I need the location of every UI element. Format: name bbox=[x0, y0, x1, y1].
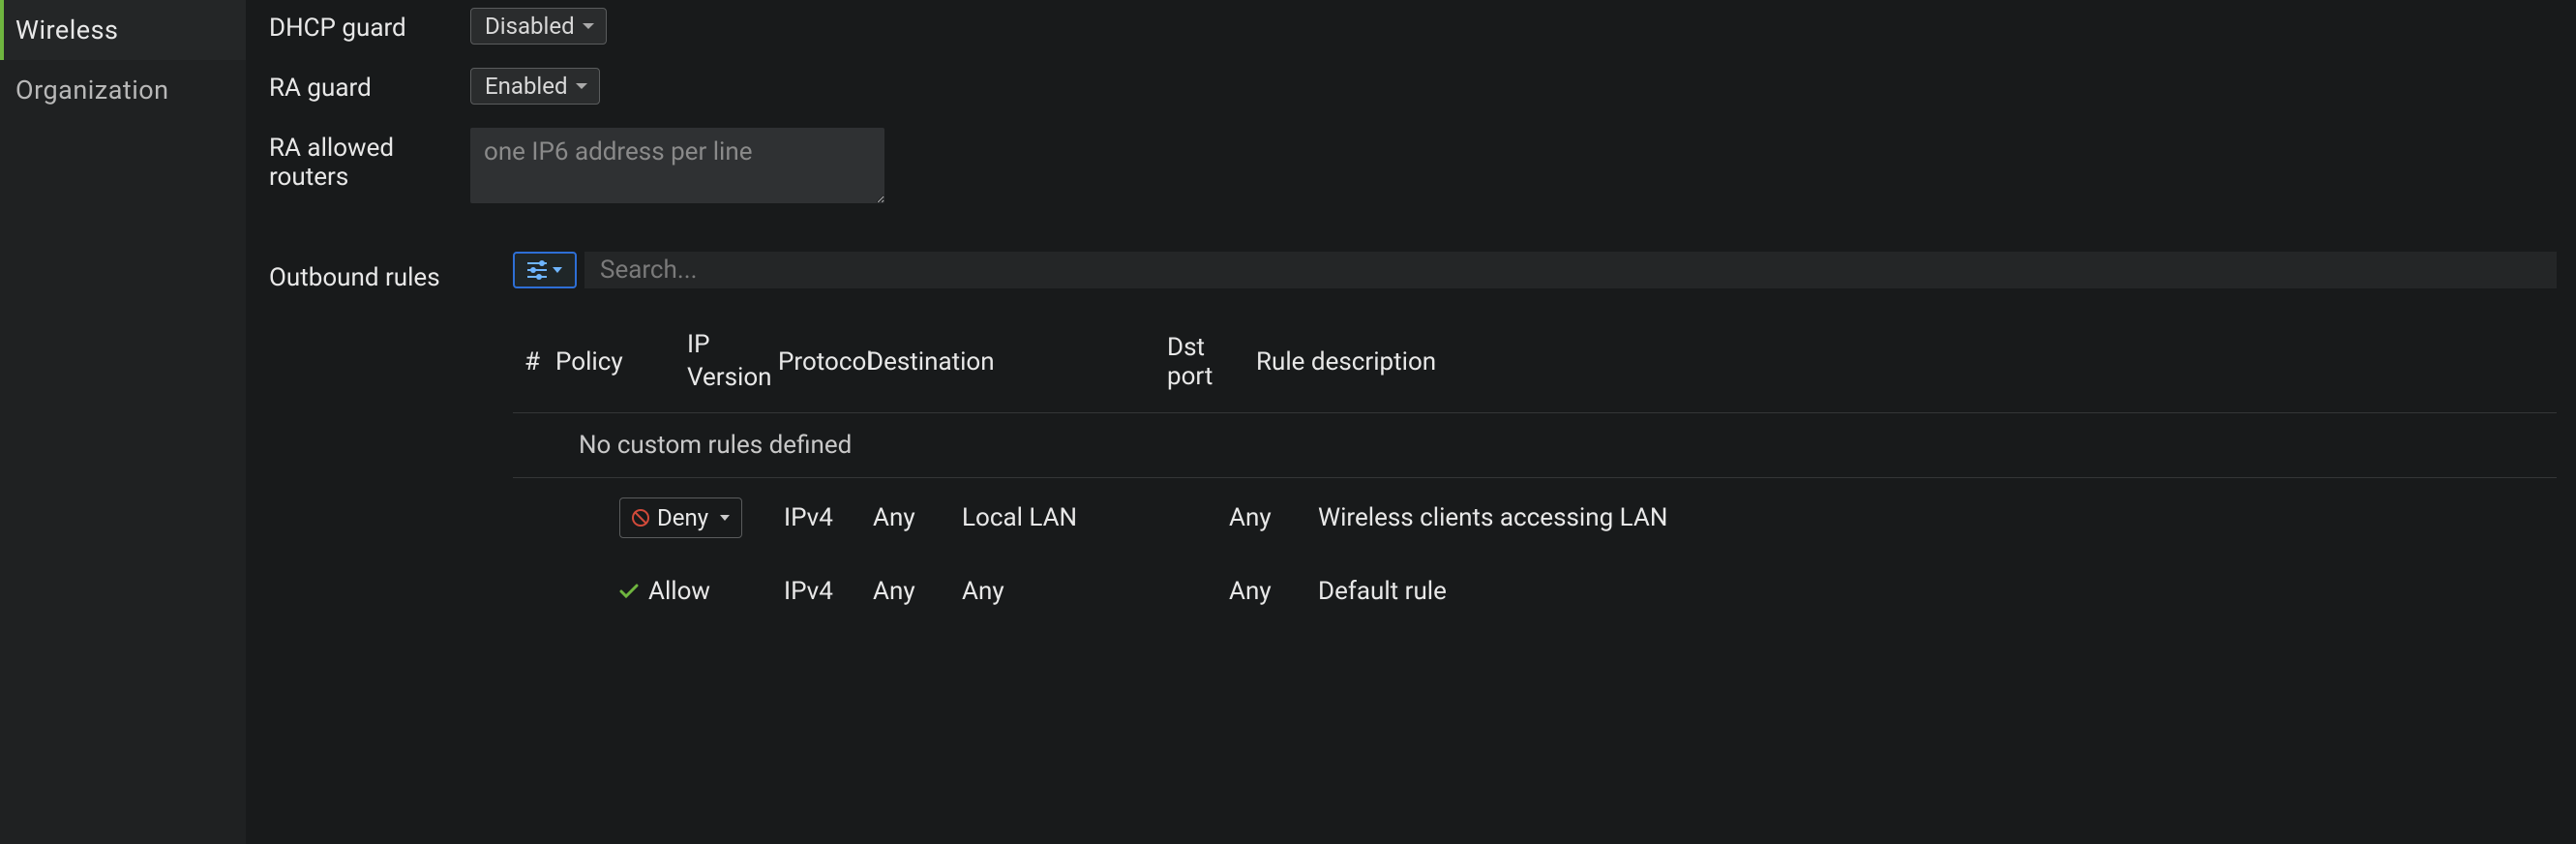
sidebar: Wireless Organization bbox=[0, 0, 246, 844]
rule-policy-cell: Deny bbox=[619, 497, 784, 538]
chevron-down-icon bbox=[574, 78, 589, 94]
filter-button[interactable] bbox=[513, 252, 577, 288]
dhcp-guard-select[interactable]: Disabled bbox=[470, 8, 607, 45]
rule-policy-cell: Allow bbox=[619, 577, 784, 606]
rule-protocol: Any bbox=[873, 577, 962, 606]
rules-search-bar bbox=[513, 252, 2557, 288]
col-policy: Policy bbox=[555, 347, 687, 377]
main-content: DHCP guard Disabled RA guard Enabled RA … bbox=[246, 0, 2576, 844]
rule-description: Wireless clients accessing LAN bbox=[1318, 503, 2545, 532]
col-dst-port: Dst port bbox=[1167, 333, 1256, 391]
col-protocol: Protocol bbox=[778, 347, 867, 377]
table-row: Deny IPv4 Any Local LAN Any Wireless cli… bbox=[513, 478, 2557, 558]
policy-deny-select[interactable]: Deny bbox=[619, 497, 742, 538]
deny-icon bbox=[632, 509, 649, 527]
table-row: Allow IPv4 Any Any Any Default rule bbox=[513, 558, 2557, 625]
chevron-down-icon bbox=[581, 18, 596, 34]
dhcp-guard-row: DHCP guard Disabled bbox=[246, 8, 2576, 45]
rules-search-input[interactable] bbox=[584, 252, 2557, 288]
col-hash: # bbox=[524, 347, 555, 377]
rule-ipver: IPv4 bbox=[784, 577, 873, 606]
ra-guard-label: RA guard bbox=[269, 68, 470, 103]
rule-dst-port: Any bbox=[1229, 577, 1318, 606]
ra-guard-row: RA guard Enabled bbox=[246, 68, 2576, 105]
rules-table: # Policy IP Version Protocol Destination… bbox=[513, 312, 2557, 625]
dhcp-guard-value: Disabled bbox=[485, 13, 575, 40]
dhcp-guard-label: DHCP guard bbox=[269, 8, 470, 43]
ra-allowed-label: RA allowed routers bbox=[269, 128, 470, 192]
col-description: Rule description bbox=[1256, 347, 2545, 377]
rule-description: Default rule bbox=[1318, 577, 2545, 606]
rule-destination: Local LAN bbox=[962, 503, 1229, 532]
sliders-icon bbox=[527, 262, 547, 278]
ra-guard-value: Enabled bbox=[485, 73, 568, 100]
policy-value: Deny bbox=[657, 504, 708, 531]
caret-down-icon bbox=[553, 267, 562, 273]
outbound-rules-section: Outbound rules # Policy IP Version bbox=[246, 252, 2576, 625]
sidebar-item-organization[interactable]: Organization bbox=[0, 60, 246, 120]
ra-guard-select[interactable]: Enabled bbox=[470, 68, 600, 105]
ra-allowed-textarea[interactable] bbox=[470, 128, 884, 203]
rules-table-head: # Policy IP Version Protocol Destination… bbox=[513, 312, 2557, 413]
col-ipver: IP Version bbox=[687, 329, 778, 395]
col-destination: Destination bbox=[867, 347, 1167, 377]
ra-allowed-row: RA allowed routers bbox=[246, 128, 2576, 203]
rule-ipver: IPv4 bbox=[784, 503, 873, 532]
check-icon bbox=[619, 584, 639, 599]
outbound-rules-label: Outbound rules bbox=[269, 252, 513, 625]
sidebar-item-label: Organization bbox=[15, 75, 169, 106]
empty-rules-row: No custom rules defined bbox=[513, 413, 2557, 478]
policy-value: Allow bbox=[648, 577, 710, 606]
sidebar-item-label: Wireless bbox=[15, 15, 119, 45]
rule-protocol: Any bbox=[873, 503, 962, 532]
outbound-rules-content: # Policy IP Version Protocol Destination… bbox=[513, 252, 2557, 625]
caret-down-icon bbox=[720, 515, 730, 521]
policy-allow: Allow bbox=[619, 577, 710, 606]
rule-destination: Any bbox=[962, 577, 1229, 606]
rule-dst-port: Any bbox=[1229, 503, 1318, 532]
sidebar-item-wireless[interactable]: Wireless bbox=[0, 0, 246, 60]
